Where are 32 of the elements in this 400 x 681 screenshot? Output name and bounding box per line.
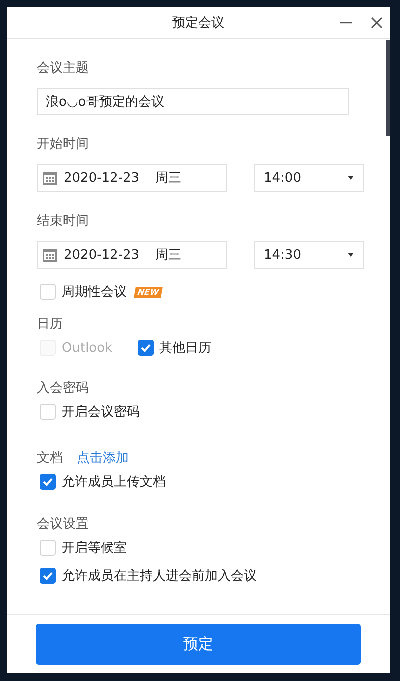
scrollbar[interactable] bbox=[386, 40, 390, 136]
checkbox-label: 开启会议密码 bbox=[62, 404, 140, 421]
checkbox[interactable] bbox=[40, 568, 56, 584]
checkbox-label: 允许成员在主持人进会前加入会议 bbox=[62, 568, 257, 585]
time-dropdown[interactable]: 14:30 bbox=[254, 241, 364, 269]
date-field[interactable]: 2020-12-23 周三 bbox=[37, 164, 227, 192]
close-icon[interactable] bbox=[371, 17, 383, 29]
book-button[interactable]: 预定 bbox=[36, 624, 361, 664]
checkbox[interactable] bbox=[40, 474, 56, 490]
add-link[interactable]: 点击添加 bbox=[77, 449, 129, 467]
window-title: 预定会议 bbox=[172, 14, 224, 32]
checkbox[interactable] bbox=[138, 340, 154, 356]
section-label: 日历 bbox=[37, 316, 63, 333]
field-label: 会议主题 bbox=[37, 60, 90, 77]
checkbox-label: 允许成员上传文档 bbox=[62, 474, 166, 491]
checkbox-label: 周期性会议 bbox=[62, 284, 127, 301]
subject-field[interactable]: 浪o◡o哥预定的会议 bbox=[37, 88, 349, 115]
section-label: 会议设置 bbox=[37, 516, 89, 533]
section-label: 文档 bbox=[37, 450, 63, 467]
calendar-icon bbox=[43, 248, 57, 262]
section-label: 入会密码 bbox=[37, 380, 89, 397]
date-field[interactable]: 2020-12-23 周三 bbox=[37, 241, 227, 269]
field-label: 开始时间 bbox=[37, 136, 90, 153]
checkbox-label: Outlook bbox=[62, 340, 113, 356]
time-dropdown[interactable]: 14:00 bbox=[254, 164, 364, 192]
checkbox-label: 其他日历 bbox=[160, 340, 212, 357]
calendar-icon bbox=[43, 171, 57, 185]
new-badge: NEW bbox=[134, 286, 163, 298]
checkbox-label: 开启等候室 bbox=[62, 540, 127, 557]
caret-icon bbox=[348, 253, 354, 257]
caret-icon bbox=[348, 176, 354, 180]
field-label: 结束时间 bbox=[37, 213, 90, 230]
